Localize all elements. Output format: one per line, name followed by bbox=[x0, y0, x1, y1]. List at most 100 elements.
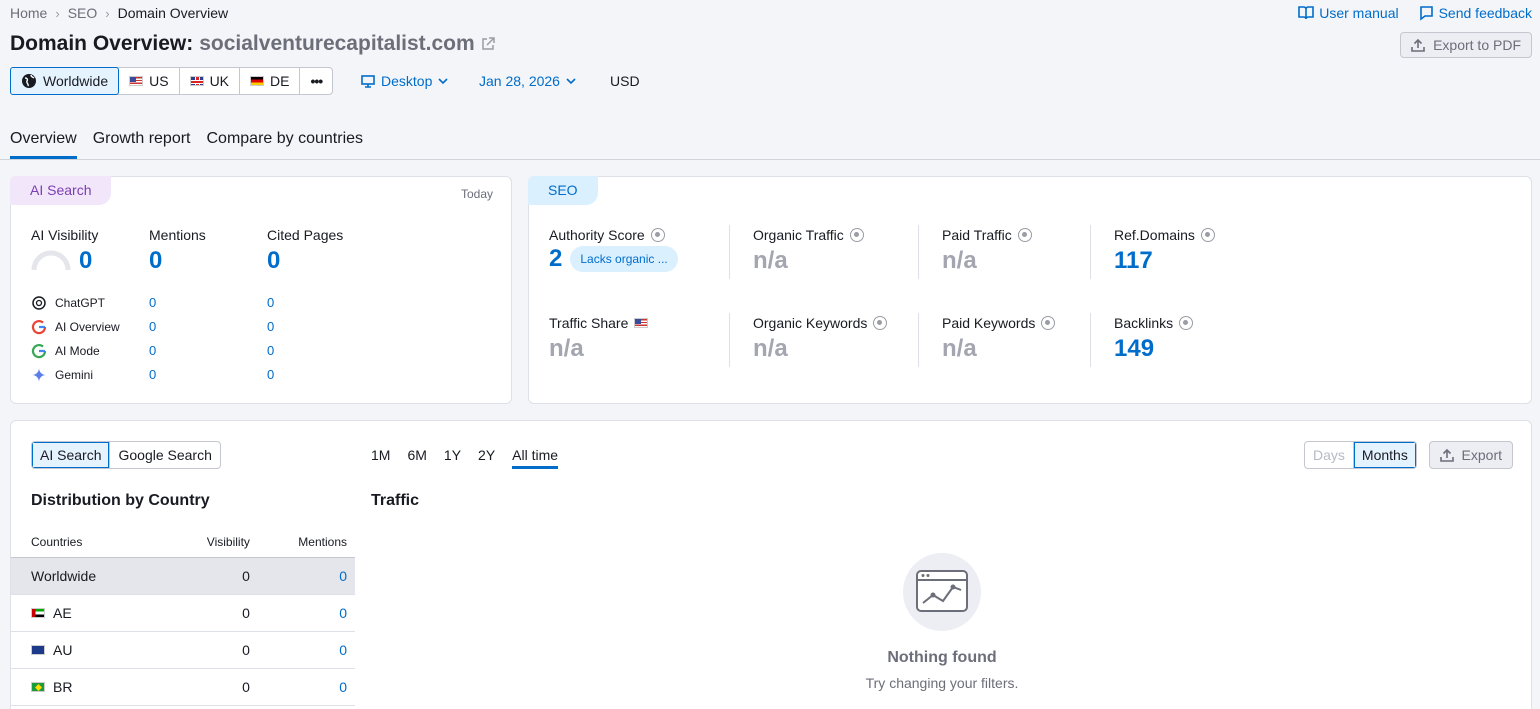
country-name: Worldwide bbox=[11, 557, 171, 595]
device-selector[interactable]: Desktop bbox=[361, 73, 448, 89]
au-flag-icon bbox=[31, 645, 45, 655]
info-icon[interactable] bbox=[650, 228, 665, 242]
chatgpt-cited[interactable]: 0 bbox=[267, 295, 274, 310]
period-1y[interactable]: 1Y bbox=[444, 447, 461, 469]
chevron-down-icon bbox=[438, 77, 448, 84]
ref-domains-label: Ref.Domains bbox=[1114, 227, 1195, 243]
table-row[interactable]: AE 0 0 bbox=[11, 594, 355, 632]
ai-overview-cited[interactable]: 0 bbox=[267, 319, 274, 334]
gemini-cited[interactable]: 0 bbox=[267, 367, 274, 382]
table-row[interactable]: AU 0 0 bbox=[11, 631, 355, 669]
db-worldwide[interactable]: Worldwide bbox=[10, 67, 120, 95]
col-countries[interactable]: Countries bbox=[11, 527, 171, 558]
toggle-google-search[interactable]: Google Search bbox=[110, 442, 219, 468]
export-pdf-button[interactable]: Export to PDF bbox=[1400, 32, 1532, 58]
export-button[interactable]: Export bbox=[1428, 441, 1513, 469]
ai-overview-mentions[interactable]: 0 bbox=[149, 319, 156, 334]
db-uk[interactable]: UK bbox=[180, 68, 241, 94]
table-row[interactable]: BR 0 0 bbox=[11, 668, 355, 706]
cited-pages-value[interactable]: 0 bbox=[267, 247, 343, 275]
mentions-value[interactable]: 0 bbox=[257, 668, 355, 706]
ai-search-badge: AI Search bbox=[10, 176, 112, 205]
mentions-value[interactable]: 0 bbox=[257, 631, 355, 669]
google-icon bbox=[31, 343, 47, 359]
cited-pages-label: Cited Pages bbox=[267, 227, 344, 243]
toggle-ai-search[interactable]: AI Search bbox=[32, 442, 111, 468]
organic-traffic-value: n/a bbox=[753, 247, 788, 274]
currency-label[interactable]: USD bbox=[610, 73, 640, 89]
col-visibility[interactable]: Visibility bbox=[170, 527, 258, 558]
table-row[interactable]: Worldwide 0 0 bbox=[11, 557, 355, 595]
db-us[interactable]: US bbox=[119, 68, 180, 94]
period-2y[interactable]: 2Y bbox=[478, 447, 495, 469]
mentions-value[interactable]: 0 bbox=[257, 557, 355, 595]
period-all-time[interactable]: All time bbox=[512, 447, 559, 469]
info-icon[interactable] bbox=[1041, 316, 1056, 330]
ai-platform-ai-mode: AI Mode bbox=[31, 343, 100, 359]
chevron-right-icon: › bbox=[55, 5, 60, 21]
period-1m[interactable]: 1M bbox=[371, 447, 390, 469]
page-title: Domain Overview: socialventurecapitalist… bbox=[10, 32, 495, 56]
authority-score-value[interactable]: 2 bbox=[549, 245, 562, 273]
database-selector: Worldwide US UK DE ••• bbox=[10, 67, 334, 95]
ai-mode-cited[interactable]: 0 bbox=[267, 343, 274, 358]
paid-traffic-value: n/a bbox=[942, 247, 977, 274]
ref-domains-value[interactable]: 117 bbox=[1114, 247, 1215, 275]
col-mentions[interactable]: Mentions bbox=[257, 527, 355, 558]
breadcrumb-seo[interactable]: SEO bbox=[68, 5, 98, 21]
info-icon[interactable] bbox=[1200, 228, 1215, 242]
db-de[interactable]: DE bbox=[240, 68, 301, 94]
user-manual-link[interactable]: User manual bbox=[1298, 5, 1399, 21]
ref-domains-metric: Ref.Domains 117 bbox=[1114, 227, 1215, 275]
us-flag-icon bbox=[129, 76, 144, 86]
period-6m[interactable]: 6M bbox=[407, 447, 426, 469]
ai-platform-chatgpt: ChatGPT bbox=[31, 295, 105, 311]
divider bbox=[918, 225, 919, 279]
divider bbox=[1090, 225, 1091, 279]
db-worldwide-label: Worldwide bbox=[43, 73, 109, 89]
send-feedback-link[interactable]: Send feedback bbox=[1419, 5, 1532, 21]
ai-platform-name: Gemini bbox=[55, 368, 94, 382]
domain-name[interactable]: socialventurecapitalist.com bbox=[199, 32, 474, 56]
chatgpt-mentions[interactable]: 0 bbox=[149, 295, 156, 310]
seo-badge: SEO bbox=[528, 176, 598, 205]
tab-growth-report[interactable]: Growth report bbox=[93, 130, 191, 159]
date-selector[interactable]: Jan 28, 2026 bbox=[479, 73, 576, 89]
paid-traffic-metric: Paid Traffic n/a bbox=[942, 227, 1032, 275]
ai-mode-mentions[interactable]: 0 bbox=[149, 343, 156, 358]
info-icon[interactable] bbox=[849, 228, 864, 242]
organic-traffic-label: Organic Traffic bbox=[753, 227, 844, 243]
info-icon[interactable] bbox=[1179, 316, 1194, 330]
today-label: Today bbox=[460, 187, 493, 201]
send-feedback-label: Send feedback bbox=[1438, 5, 1532, 21]
mentions-value[interactable]: 0 bbox=[149, 247, 206, 275]
info-icon[interactable] bbox=[1017, 228, 1032, 242]
google-icon bbox=[31, 319, 47, 335]
source-toggle: AI Search Google Search bbox=[31, 441, 221, 469]
toggle-months[interactable]: Months bbox=[1353, 442, 1416, 468]
mentions-value[interactable]: 0 bbox=[257, 594, 355, 632]
authority-status-tag[interactable]: Lacks organic ... bbox=[570, 246, 678, 272]
empty-title: Nothing found bbox=[887, 649, 997, 666]
tab-overview[interactable]: Overview bbox=[10, 130, 77, 159]
toggle-days[interactable]: Days bbox=[1305, 442, 1354, 468]
cited-pages-metric: Cited Pages 0 bbox=[267, 227, 343, 275]
more-databases-button[interactable]: ••• bbox=[300, 68, 332, 94]
gemini-mentions[interactable]: 0 bbox=[149, 367, 156, 382]
br-flag-icon bbox=[31, 682, 45, 692]
tab-compare-by-countries[interactable]: Compare by countries bbox=[207, 130, 364, 159]
globe-icon bbox=[22, 74, 36, 88]
ai-platform-name: AI Overview bbox=[55, 320, 120, 334]
table-header-row: Countries Visibility Mentions bbox=[11, 527, 355, 558]
organic-keywords-metric: Organic Keywords n/a bbox=[753, 315, 888, 363]
backlinks-value[interactable]: 149 bbox=[1114, 335, 1193, 363]
info-icon[interactable] bbox=[873, 316, 888, 330]
upload-icon bbox=[1411, 38, 1425, 52]
traffic-title: Traffic bbox=[371, 492, 420, 509]
organic-keywords-label: Organic Keywords bbox=[753, 315, 868, 331]
ai-visibility-label: AI Visibility bbox=[31, 227, 99, 243]
upload-icon bbox=[1439, 448, 1454, 462]
external-link-icon[interactable] bbox=[481, 37, 495, 51]
breadcrumb-home[interactable]: Home bbox=[10, 5, 47, 21]
ai-visibility-value[interactable]: 0 bbox=[79, 247, 92, 275]
